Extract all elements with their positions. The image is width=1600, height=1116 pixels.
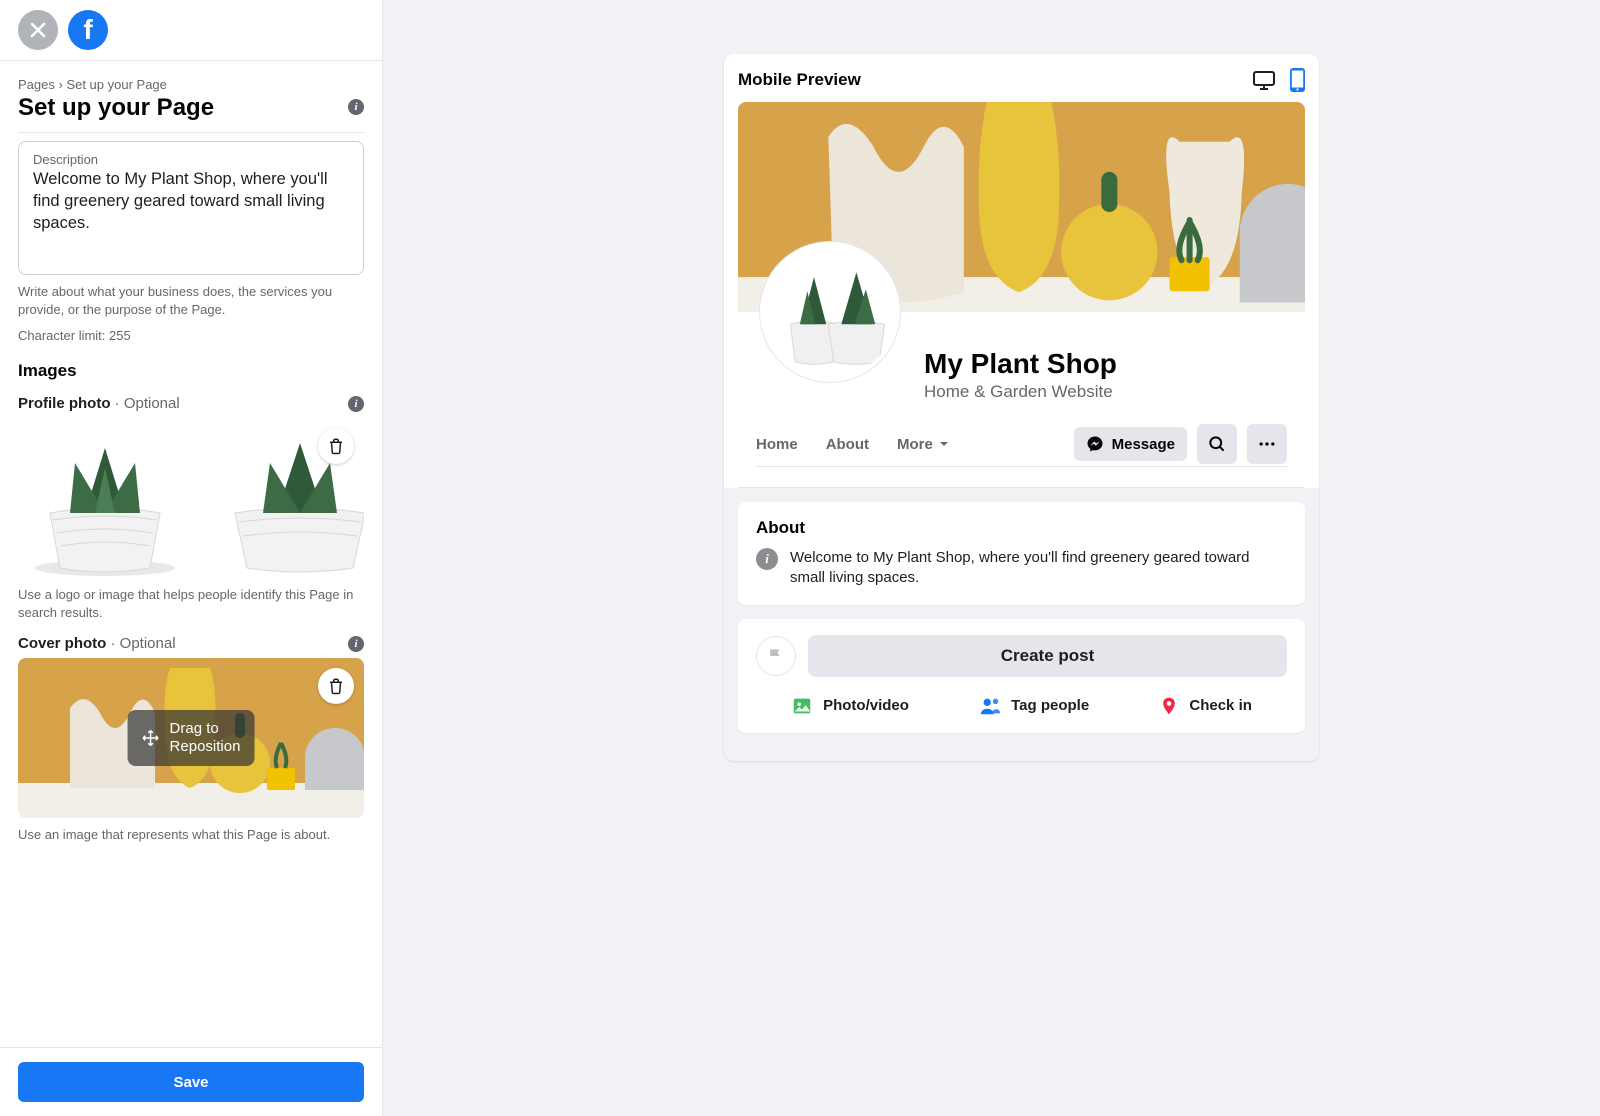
profile-photo-preview <box>18 418 364 578</box>
page-title: Set up your Page <box>18 94 214 122</box>
profile-photo-upload[interactable] <box>18 418 364 578</box>
photo-video-action[interactable]: Photo/video <box>791 695 909 717</box>
description-textarea[interactable]: Welcome to My Plant Shop, where you'll f… <box>33 169 349 234</box>
preview-profile-photo <box>760 242 900 382</box>
preview-area: Mobile Preview <box>383 0 1600 1116</box>
tag-people-icon <box>979 695 1001 717</box>
top-bar: f <box>0 0 382 61</box>
tab-home[interactable]: Home <box>756 428 798 461</box>
about-heading: About <box>756 518 1287 538</box>
description-char-limit: Character limit: 255 <box>18 328 364 343</box>
preview-feed: About i Welcome to My Plant Shop, where … <box>724 488 1319 761</box>
sidebar-scroll: Pages › Set up your Page Set up your Pag… <box>0 61 382 1047</box>
trash-icon <box>327 437 345 455</box>
message-button[interactable]: Message <box>1074 427 1187 461</box>
check-in-action[interactable]: Check in <box>1159 695 1252 717</box>
breadcrumb-root[interactable]: Pages <box>18 77 55 92</box>
caret-down-icon <box>938 438 950 450</box>
breadcrumb: Pages › Set up your Page <box>18 77 364 92</box>
info-icon[interactable]: i <box>348 99 364 115</box>
description-field[interactable]: Description Welcome to My Plant Shop, wh… <box>18 141 364 275</box>
create-post-button[interactable]: Create post <box>808 635 1287 677</box>
page-avatar-placeholder <box>756 636 796 676</box>
cover-photo-label: Cover photo · Optional <box>18 635 176 652</box>
ellipsis-icon <box>1257 434 1277 454</box>
sidebar-footer: Save <box>0 1047 382 1116</box>
messenger-icon <box>1086 435 1104 453</box>
close-button[interactable] <box>18 10 58 50</box>
photo-icon <box>791 695 813 717</box>
cover-photo-help: Use an image that represents what this P… <box>18 826 364 844</box>
breadcrumb-leaf: Set up your Page <box>66 77 166 92</box>
location-pin-icon <box>1159 695 1179 717</box>
drag-reposition-tip[interactable]: Drag toReposition <box>128 710 255 766</box>
description-label: Description <box>33 152 349 167</box>
about-text: Welcome to My Plant Shop, where you'll f… <box>790 548 1287 589</box>
info-icon: i <box>756 548 778 570</box>
info-icon[interactable]: i <box>348 396 364 412</box>
preview-page-name: My Plant Shop <box>924 348 1305 380</box>
preview-category: Home & Garden Website <box>924 382 1305 402</box>
search-button[interactable] <box>1197 424 1237 464</box>
tab-more[interactable]: More <box>897 428 950 461</box>
info-icon[interactable]: i <box>348 636 364 652</box>
images-heading: Images <box>18 361 364 381</box>
preview-header-block: My Plant Shop Home & Garden Website Home… <box>738 312 1305 488</box>
facebook-logo[interactable]: f <box>68 10 108 50</box>
setup-sidebar: f Pages › Set up your Page Set up your P… <box>0 0 383 1116</box>
preview-title: Mobile Preview <box>738 70 861 90</box>
composer-card: Create post Photo/video Tag people Check… <box>738 619 1305 733</box>
mobile-preview-toggle[interactable] <box>1290 68 1305 92</box>
move-icon <box>142 729 160 747</box>
desktop-preview-toggle[interactable] <box>1252 69 1276 91</box>
preview-tabs: Home About More Message <box>756 424 1287 467</box>
profile-photo-label: Profile photo · Optional <box>18 395 180 412</box>
trash-icon <box>327 677 345 695</box>
more-options-button[interactable] <box>1247 424 1287 464</box>
tag-people-action[interactable]: Tag people <box>979 695 1089 717</box>
close-icon <box>29 21 47 39</box>
description-help: Write about what your business does, the… <box>18 283 364 318</box>
search-icon <box>1207 434 1227 454</box>
cover-photo-upload[interactable]: Drag toReposition <box>18 658 364 818</box>
flag-icon <box>766 646 786 666</box>
profile-photo-help: Use a logo or image that helps people id… <box>18 586 364 621</box>
save-button[interactable]: Save <box>18 1062 364 1102</box>
mobile-preview-card: Mobile Preview <box>724 54 1319 761</box>
tab-about[interactable]: About <box>826 428 869 461</box>
about-card: About i Welcome to My Plant Shop, where … <box>738 502 1305 605</box>
